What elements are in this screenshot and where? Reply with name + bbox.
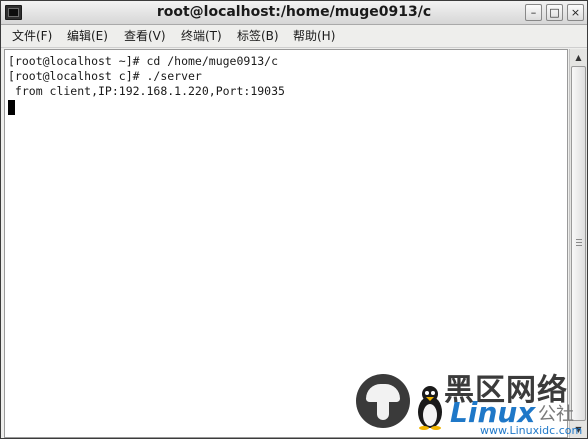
vertical-scrollbar[interactable]: ▲ ▼ [569, 49, 587, 438]
menu-terminal[interactable]: 终端(T) [181, 28, 222, 45]
thumb-grip [576, 239, 582, 240]
text-cursor [8, 100, 15, 115]
thumb-grip [576, 245, 582, 246]
menu-view[interactable]: 查看(V) [124, 28, 166, 45]
thumb-grip [576, 242, 582, 243]
scroll-down-arrow-icon[interactable]: ▼ [571, 422, 586, 437]
maximize-button[interactable]: □ [546, 4, 563, 21]
window-title: root@localhost:/home/muge0913/c [156, 4, 432, 20]
scroll-up-arrow-icon[interactable]: ▲ [571, 50, 586, 65]
minimize-button[interactable]: – [525, 4, 542, 21]
terminal-window: root@localhost:/home/muge0913/c – □ × 文件… [0, 0, 588, 439]
menu-file[interactable]: 文件(F) [12, 28, 52, 45]
title-bar[interactable]: root@localhost:/home/muge0913/c – □ × [1, 1, 587, 25]
terminal-line: from client,IP:192.168.1.220,Port:19035 [8, 84, 285, 98]
scroll-thumb[interactable] [571, 66, 586, 421]
menu-tabs[interactable]: 标签(B) [237, 28, 279, 45]
close-button[interactable]: × [567, 4, 584, 21]
menu-help[interactable]: 帮助(H) [293, 28, 335, 45]
terminal-line: [root@localhost c]# ./server [8, 69, 202, 83]
menu-bar: 文件(F) 编辑(E) 查看(V) 终端(T) 标签(B) 帮助(H) [1, 25, 587, 48]
menu-edit[interactable]: 编辑(E) [67, 28, 108, 45]
terminal-output[interactable]: [root@localhost ~]# cd /home/muge0913/c … [4, 49, 568, 438]
terminal-line: [root@localhost ~]# cd /home/muge0913/c [8, 54, 279, 68]
